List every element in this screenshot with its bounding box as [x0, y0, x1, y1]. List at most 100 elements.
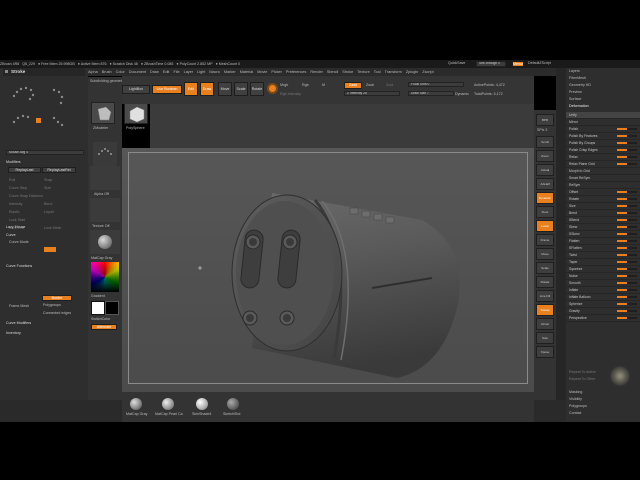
menu-zscript[interactable]: Zscript — [422, 70, 433, 74]
polish-crisp-edges-slider[interactable]: Polish Crisp Edges — [566, 147, 640, 154]
noise-slider[interactable]: Noise — [566, 273, 640, 280]
see-through-slider[interactable]: See-through 0 — [476, 61, 506, 67]
elastic-toggle[interactable]: Elastic — [9, 210, 20, 214]
sketchshd-sphere-icon[interactable] — [227, 398, 239, 410]
inventory-section[interactable]: Inventory — [6, 331, 21, 335]
xpose-button[interactable]: Xpose — [536, 346, 554, 358]
ghost-button[interactable]: Ghost — [536, 318, 554, 330]
live-boolean-button[interactable]: Live Boolean — [152, 85, 182, 94]
menu-color[interactable]: Color — [116, 70, 125, 74]
menu-file[interactable]: File — [173, 70, 179, 74]
menu-draw[interactable]: Draw — [150, 70, 159, 74]
scale-view-button[interactable]: Scale — [536, 262, 554, 274]
frame-mesh-button[interactable]: Frame Mesh — [9, 304, 29, 308]
surface-section[interactable]: Surface — [569, 97, 581, 101]
rgb-intensity-slider[interactable]: Rgb Intensity — [280, 92, 301, 96]
aahalf-button[interactable]: AAHalf — [536, 178, 554, 190]
visibility-section[interactable]: Visibility — [569, 397, 582, 401]
lock-start-toggle[interactable]: Lock Start — [9, 218, 25, 222]
morph-to-grid-slider[interactable]: Morph to Grid — [566, 168, 640, 175]
focal-shift-slider[interactable]: Focal Shift 0 — [408, 82, 464, 87]
rotate-button[interactable]: Rotate — [250, 82, 264, 96]
menu-document[interactable]: Document — [129, 70, 146, 74]
draw-button[interactable]: Draw — [200, 82, 214, 96]
polish-slider[interactable]: Polish — [566, 126, 640, 133]
secondary-color-swatch[interactable] — [105, 301, 119, 315]
menu-stroke[interactable]: Stroke — [342, 70, 353, 74]
polygroups-section[interactable]: Polygroups — [569, 404, 587, 408]
twist-slider[interactable]: Twist — [566, 252, 640, 259]
mirror-button[interactable]: Mirror — [566, 119, 640, 126]
mrgb-button[interactable]: Mrgb — [280, 83, 288, 87]
menu-transform[interactable]: Transform — [385, 70, 402, 74]
m-button[interactable]: M — [322, 83, 325, 87]
fibermesh-section[interactable]: FiberMesh — [569, 76, 586, 80]
switch-color-button[interactable]: SwitchColor — [91, 317, 110, 321]
gradient-label[interactable]: Gradient — [91, 294, 105, 298]
zmodeler-tool-thumbnail[interactable] — [91, 102, 115, 124]
local-button[interactable]: Local — [536, 220, 554, 232]
brush-thumbnail[interactable] — [93, 142, 117, 166]
intensity-toggle[interactable]: Intensity — [9, 202, 22, 206]
menu-movie[interactable]: Movie — [257, 70, 267, 74]
curve-section[interactable]: Curve — [6, 233, 16, 237]
main-color-swatch[interactable] — [91, 301, 105, 315]
menu-alpha[interactable]: Alpha — [88, 70, 98, 74]
lightbox-button[interactable]: LightBox — [122, 85, 150, 94]
perspective-slider[interactable]: Perspective — [566, 315, 640, 322]
scroll-button[interactable]: Scroll — [536, 136, 554, 148]
snap-toggle[interactable]: Snap — [44, 178, 52, 182]
rgb-button[interactable]: Rgb — [302, 83, 309, 87]
edit-button[interactable]: Edit — [184, 82, 198, 96]
menu-edit[interactable]: Edit — [163, 70, 170, 74]
color-circle-icon[interactable] — [267, 83, 278, 94]
curve-modifiers-section[interactable]: Curve Modifiers — [6, 321, 31, 325]
liquid-toggle[interactable]: Liquid — [44, 210, 54, 214]
scale-button[interactable]: Scale — [234, 82, 248, 96]
menu-tool[interactable]: Tool — [374, 70, 381, 74]
quicksave-button[interactable]: QuickSave — [448, 61, 465, 65]
smart-resym-button[interactable]: Smart ReSym — [566, 175, 640, 182]
curve-snap-distance-slider[interactable]: Curve Snap Distance — [9, 194, 43, 198]
sflatten-slider[interactable]: SFlatten — [566, 245, 640, 252]
preview-section[interactable]: Preview — [569, 90, 582, 94]
connected-edges-button[interactable]: Connected edges — [43, 311, 71, 315]
unify-button[interactable]: Unify — [566, 112, 640, 119]
menu-preferences[interactable]: Preferences — [286, 70, 306, 74]
texture-thumbnail[interactable] — [90, 198, 120, 222]
persp-button[interactable]: Dynamic Persp — [536, 192, 554, 204]
repeat-to-other-button[interactable]: Repeat To Other — [569, 377, 595, 381]
actual-button[interactable]: Actual — [536, 164, 554, 176]
alternate-button[interactable]: Alternate — [91, 324, 117, 330]
rotate-view-button[interactable]: Rotate — [536, 276, 554, 288]
bend-slider[interactable]: Bend — [566, 210, 640, 217]
move-view-button[interactable]: Move — [536, 248, 554, 260]
polygroups-button[interactable]: Polygroups — [43, 303, 61, 307]
curve-functions-section[interactable]: Curve Functions — [6, 264, 32, 268]
skew-slider[interactable]: Skew — [566, 224, 640, 231]
resym-button[interactable]: ReSym — [566, 182, 640, 189]
zcut-button[interactable]: Zcut — [386, 83, 393, 87]
matcap-pearl-sphere-icon[interactable] — [162, 398, 174, 410]
replay-last-rel-button[interactable]: ReplayLastRel — [42, 167, 76, 173]
spherize-slider[interactable]: Spherize — [566, 301, 640, 308]
polish-by-features-slider[interactable]: Polish By Features — [566, 133, 640, 140]
material-thumbnail[interactable] — [90, 230, 120, 254]
polyf-button[interactable]: Line Fill PolyF — [536, 290, 554, 302]
floor-button[interactable]: Floor — [536, 206, 554, 218]
squeeze-slider[interactable]: Squeeze — [566, 266, 640, 273]
geometry-hd-section[interactable]: Geometry HD — [569, 83, 591, 87]
polysphere-tool-thumbnail[interactable] — [124, 102, 148, 124]
menu-material[interactable]: Material — [240, 70, 254, 74]
transp-button[interactable]: Transp — [536, 304, 554, 316]
menu-stencil[interactable]: Stencil — [327, 70, 338, 74]
replay-last-button[interactable]: ReplayLast — [8, 167, 41, 173]
skinshade-sphere-icon[interactable] — [196, 398, 208, 410]
taper-slider[interactable]: Taper — [566, 259, 640, 266]
menu-brush[interactable]: Brush — [102, 70, 112, 74]
mouse-avg-slider[interactable]: Mouse Avg 4 — [6, 150, 84, 155]
menu-render[interactable]: Render — [310, 70, 322, 74]
canvas-viewport[interactable] — [122, 148, 534, 392]
zadd-button[interactable]: Zadd — [344, 82, 362, 89]
layers-section[interactable]: Layers — [569, 69, 580, 73]
